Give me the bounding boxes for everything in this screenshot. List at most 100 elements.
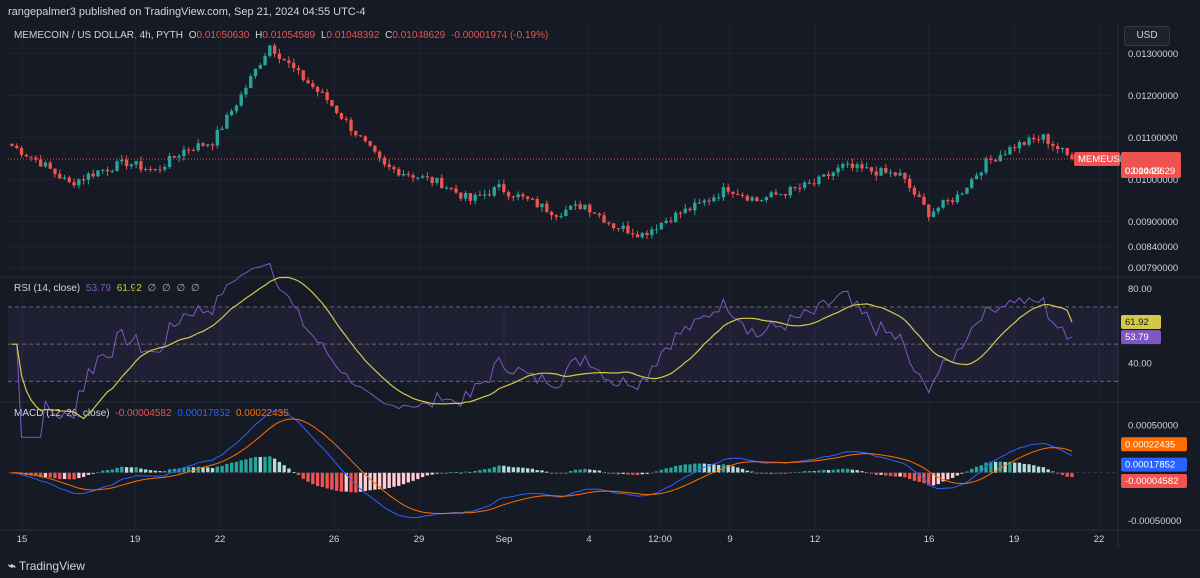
- candle-body: [67, 177, 71, 183]
- rsi-ma-tag: 61.92: [1125, 317, 1149, 328]
- macd-histogram-bar: [215, 466, 219, 473]
- candle-body: [468, 193, 473, 201]
- candle-body: [416, 177, 420, 179]
- candle-body: [993, 159, 998, 162]
- candle-body: [927, 204, 931, 218]
- macd-histogram-bar: [511, 467, 516, 473]
- macd-histogram-bar: [912, 472, 917, 481]
- macd-histogram-bar: [43, 472, 48, 478]
- candle-body: [339, 112, 344, 119]
- candle-body: [239, 94, 243, 106]
- candle-body: [397, 169, 401, 176]
- time-tick-label: 29: [414, 534, 425, 545]
- candle-body: [826, 174, 831, 176]
- candle-body: [635, 234, 640, 238]
- macd-histogram-bar: [272, 458, 277, 473]
- candle-body: [683, 208, 687, 214]
- candle-body: [650, 229, 654, 236]
- macd-histogram-bar: [239, 460, 243, 473]
- candle-body: [979, 172, 983, 176]
- candle-body: [115, 161, 119, 171]
- candle-body: [292, 62, 296, 69]
- candle-body: [631, 233, 635, 235]
- candle-body: [936, 207, 940, 212]
- candle-body: [693, 202, 697, 211]
- candle-body: [540, 203, 544, 208]
- candle-body: [907, 178, 912, 188]
- tradingview-logo[interactable]: ⌁ TradingView: [8, 558, 85, 574]
- candle-body: [941, 200, 945, 208]
- candle-body: [807, 182, 812, 184]
- candle-body: [970, 179, 974, 188]
- macd-histogram-bar: [1036, 466, 1041, 473]
- candle-body: [77, 179, 81, 186]
- macd-histogram-bar: [416, 472, 420, 480]
- candle-body: [736, 193, 740, 195]
- price-tick-label: 0.01100000: [1128, 133, 1178, 144]
- candle-body: [917, 194, 921, 197]
- macd-histogram-bar: [282, 465, 286, 473]
- candle-body: [387, 164, 391, 167]
- chart-canvas[interactable]: 0.013000000.012000000.011000000.01000000…: [0, 0, 1200, 552]
- candle-body: [1003, 154, 1007, 156]
- macd-histogram-bar: [898, 472, 902, 477]
- macd-histogram-bar: [67, 472, 71, 480]
- macd-histogram-bar: [530, 468, 535, 473]
- candle-body: [358, 135, 363, 137]
- candle-body: [521, 194, 525, 197]
- candle-body: [674, 212, 678, 222]
- candle-body: [965, 187, 969, 194]
- macd-histogram-bar: [907, 472, 912, 480]
- candle-body: [645, 232, 649, 236]
- macd-histogram-bar: [697, 463, 702, 473]
- candle-body: [1032, 137, 1036, 140]
- macd-histogram-bar: [545, 471, 549, 473]
- candle-body: [373, 145, 377, 152]
- signal-line: [11, 418, 1073, 515]
- macd-histogram-bar: [210, 468, 215, 473]
- candle-body: [769, 192, 773, 198]
- candle-body: [492, 187, 496, 196]
- macd-histogram-bar: [850, 469, 855, 473]
- macd-histogram-bar: [58, 472, 62, 480]
- candle-body: [779, 194, 783, 196]
- candle-body: [315, 87, 320, 92]
- candle-body: [802, 182, 807, 188]
- macd-histogram-bar: [521, 467, 525, 473]
- candle-body: [167, 156, 172, 168]
- candle-body: [1022, 142, 1026, 145]
- macd-histogram-bar: [688, 464, 692, 473]
- candle-body: [998, 155, 1003, 162]
- candle-body: [62, 177, 67, 179]
- candle-body: [244, 87, 248, 95]
- candle-body: [822, 174, 826, 177]
- candle-body: [186, 149, 191, 151]
- candle-body: [955, 194, 960, 203]
- candle-body: [124, 159, 129, 167]
- candle-body: [850, 163, 855, 168]
- candle-body: [435, 177, 439, 183]
- macd-histogram-bar: [664, 468, 668, 473]
- candlestick-series: [8, 43, 1118, 239]
- candle-body: [888, 172, 893, 174]
- macd-histogram-bar: [616, 472, 621, 475]
- macd-histogram-bar: [48, 472, 52, 478]
- time-tick-label: Sep: [496, 534, 513, 545]
- candle-body: [392, 166, 396, 170]
- candle-body: [81, 179, 86, 181]
- candle-body: [215, 129, 219, 146]
- time-tick-label: 15: [17, 534, 28, 545]
- candle-body: [206, 144, 210, 146]
- candle-body: [101, 169, 105, 171]
- candle-body: [946, 200, 950, 202]
- candle-body: [120, 159, 124, 162]
- candle-body: [793, 186, 797, 188]
- macd-histogram-bar: [330, 472, 334, 490]
- candle-body: [158, 169, 162, 171]
- candle-body: [483, 194, 487, 196]
- candle-body: [1013, 147, 1017, 149]
- macd-histogram-bar: [487, 468, 492, 473]
- candle-body: [573, 204, 578, 206]
- candle-body: [659, 223, 664, 230]
- macd-histogram-bar: [874, 472, 878, 475]
